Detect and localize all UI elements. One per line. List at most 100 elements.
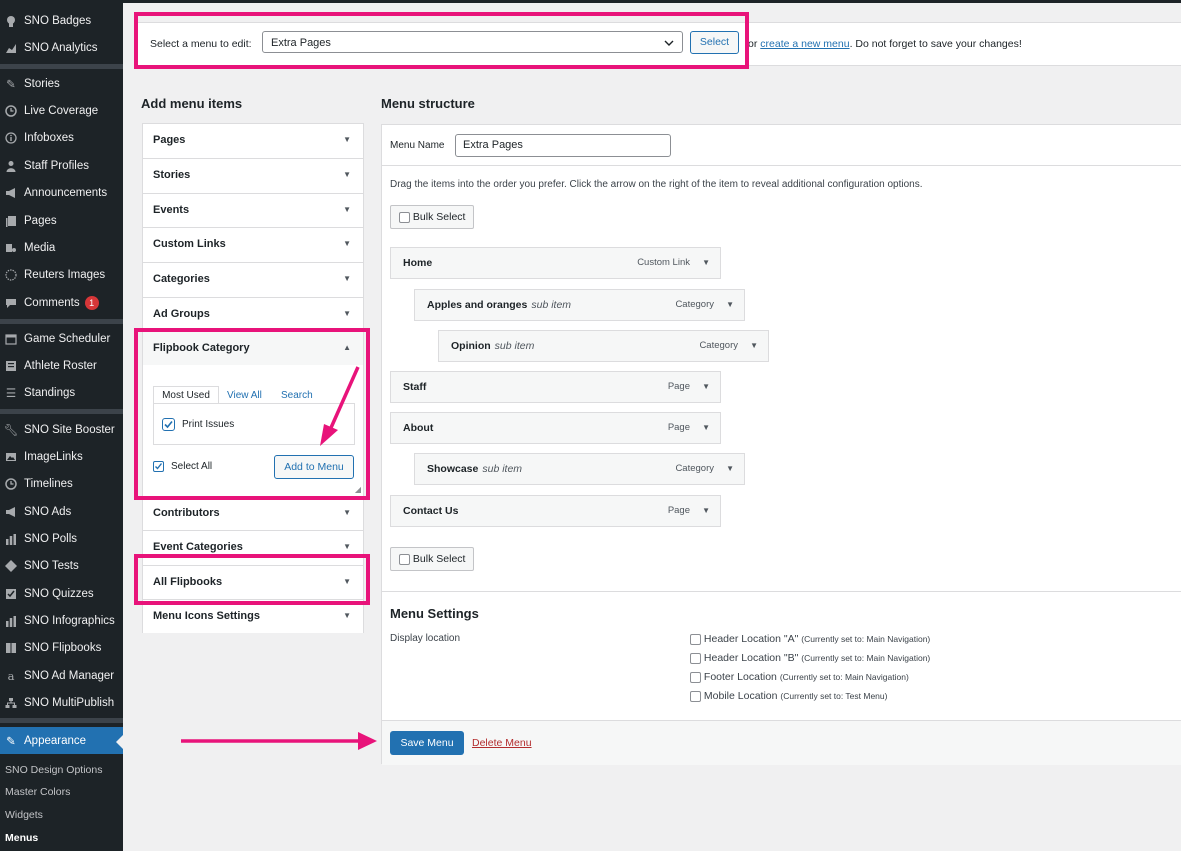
location-checkbox[interactable] [690,652,701,664]
sidebar-item-stories[interactable]: ✎ Stories [0,71,123,97]
accordion-pages[interactable]: Pages ▼ [143,124,363,158]
accordion-events[interactable]: Events ▼ [143,193,363,227]
user-icon [4,159,18,173]
menu-item[interactable]: Contact Us Page ▼ [390,495,721,527]
create-new-menu-link[interactable]: create a new menu [760,38,849,50]
settings-divider [382,591,1181,592]
megaphone-icon [4,505,18,519]
sidebar-item-label: Appearance [24,734,87,747]
triangle-down-icon: ▼ [726,464,734,473]
clock-icon [4,477,18,491]
sidebar-item-label: SNO Flipbooks [24,642,102,654]
bulk-select-bottom[interactable]: Bulk Select [390,547,475,571]
submenu-item-menus[interactable]: Menus [5,832,38,844]
submenu-item-widgets[interactable]: Widgets [5,809,43,821]
pin-icon: ✎ [6,79,16,91]
accordion-categories[interactable]: Categories ▼ [143,262,363,296]
bulk-select-checkbox[interactable] [399,553,410,565]
comment-count-badge: 1 [84,296,99,310]
sidebar-item-pages[interactable]: Pages [0,208,123,234]
sidebar-item-sno-infographics[interactable]: SNO Infographics [0,608,123,634]
sidebar-item-reuters-images[interactable]: Reuters Images [0,262,123,288]
sidebar-item-imagelinks[interactable]: ImageLinks [0,444,123,470]
sidebar-item-timelines[interactable]: Timelines [0,471,123,497]
sidebar-item-announcements[interactable]: Announcements [0,180,123,206]
sidebar-item-sno-multipublish[interactable]: SNO MultiPublish [0,690,123,716]
sidebar-item-label: SNO Analytics [24,42,98,54]
sidebar-item-label: Athlete Roster [24,360,97,372]
add-menu-items-heading: Add menu items [141,96,243,111]
accordion-stories[interactable]: Stories ▼ [143,158,363,192]
sidebar-item-sno-flipbooks[interactable]: SNO Flipbooks [0,635,123,661]
accordion-custom-links[interactable]: Custom Links ▼ [143,227,363,261]
menu-item[interactable]: Showcase sub item Category ▼ [414,453,745,485]
sidebar-item-appearance[interactable]: ✎ Appearance [0,727,123,754]
reuters-icon [4,268,18,282]
sidebar-item-label: Pages [24,215,57,227]
sidebar-item-label: ImageLinks [24,451,83,463]
save-menu-button[interactable]: Save Menu [390,731,464,755]
sidebar-item-sno-ads[interactable]: SNO Ads [0,499,123,525]
admin-sidebar: SNO Badges SNO Analytics ✎ Stories Live … [0,0,123,851]
menu-name-input[interactable]: Extra Pages [455,134,671,157]
sidebar-item-label: Live Coverage [24,105,99,117]
amazon-icon: a [7,669,15,683]
location-option[interactable]: Header Location "B" (Currently set to: M… [690,652,930,664]
sidebar-item-label: SNO Infographics [24,615,115,627]
sidebar-item-sno-tests[interactable]: SNO Tests [0,553,123,579]
location-checkbox[interactable] [690,690,701,702]
sidebar-item-label: SNO Ads [24,506,72,518]
sidebar-item-sno-polls[interactable]: SNO Polls [0,526,123,552]
sidebar-item-sno-quizzes[interactable]: SNO Quizzes [0,581,123,607]
submenu-item-design-options[interactable]: SNO Design Options [5,764,102,776]
menu-footer: Save Menu Delete Menu [382,720,1181,765]
accordion-contributors[interactable]: Contributors ▼ [143,496,363,530]
accordion-ad-groups[interactable]: Ad Groups ▼ [143,297,363,331]
book-icon [4,641,18,655]
location-checkbox[interactable] [690,671,701,683]
menu-item[interactable]: Home Custom Link ▼ [390,247,721,279]
sidebar-item-sno-site-booster[interactable]: 🔧︎ SNO Site Booster [0,417,123,443]
sidebar-item-label: Stories [24,78,60,90]
sidebar-item-sno-ad-manager[interactable]: a SNO Ad Manager [0,663,123,689]
image-icon [4,450,18,464]
sidebar-item-media[interactable]: Media [0,235,123,261]
sidebar-item-label: SNO Tests [24,560,79,572]
sidebar-item-label: SNO Ad Manager [24,670,115,682]
pages-icon [4,214,18,228]
create-menu-text: or create a new menu. Do not forget to s… [748,38,1022,50]
sidebar-item-label: Comments [24,297,80,309]
sidebar-item-staff-profiles[interactable]: Staff Profiles [0,153,123,179]
highlight-box-all-flipbooks [134,554,370,605]
sidebar-item-sno-badges[interactable]: SNO Badges [0,8,123,34]
triangle-down-icon: ▼ [343,170,351,179]
bulk-select-top[interactable]: Bulk Select [390,205,475,229]
sidebar-item-label: Announcements [24,187,108,199]
menu-item[interactable]: About Page ▼ [390,412,721,444]
sidebar-item-sno-analytics[interactable]: SNO Analytics [0,35,123,61]
submenu-item-master-colors[interactable]: Master Colors [5,786,70,798]
sidebar-item-game-scheduler[interactable]: Game Scheduler [0,326,123,352]
location-checkbox[interactable] [690,633,701,645]
menu-name-bar: Menu Name Extra Pages [382,125,1181,166]
location-option[interactable]: Mobile Location (Currently set to: Test … [690,690,887,702]
menu-item[interactable]: Opinion sub item Category ▼ [438,330,769,362]
sidebar-item-live-coverage[interactable]: Live Coverage [0,98,123,124]
menu-item[interactable]: Staff Page ▼ [390,371,721,403]
location-option[interactable]: Footer Location (Currently set to: Main … [690,671,909,683]
triangle-down-icon: ▼ [343,135,351,144]
menu-structure-heading: Menu structure [381,96,475,111]
sidebar-separator [0,409,123,414]
sidebar-item-standings[interactable]: ☰ Standings [0,380,123,406]
bulk-select-checkbox[interactable] [399,211,410,223]
delete-menu-link[interactable]: Delete Menu [472,737,532,749]
triangle-down-icon: ▼ [343,239,351,248]
triangle-down-icon: ▼ [702,382,710,391]
menu-item[interactable]: Apples and oranges sub item Category ▼ [414,289,745,321]
sidebar-item-athlete-roster[interactable]: Athlete Roster [0,353,123,379]
sidebar-item-infoboxes[interactable]: Infoboxes [0,125,123,151]
location-option[interactable]: Header Location "A" (Currently set to: M… [690,633,930,645]
triangle-down-icon: ▼ [726,300,734,309]
sidebar-item-comments[interactable]: Comments 1 [0,290,123,316]
roster-icon [4,359,18,373]
